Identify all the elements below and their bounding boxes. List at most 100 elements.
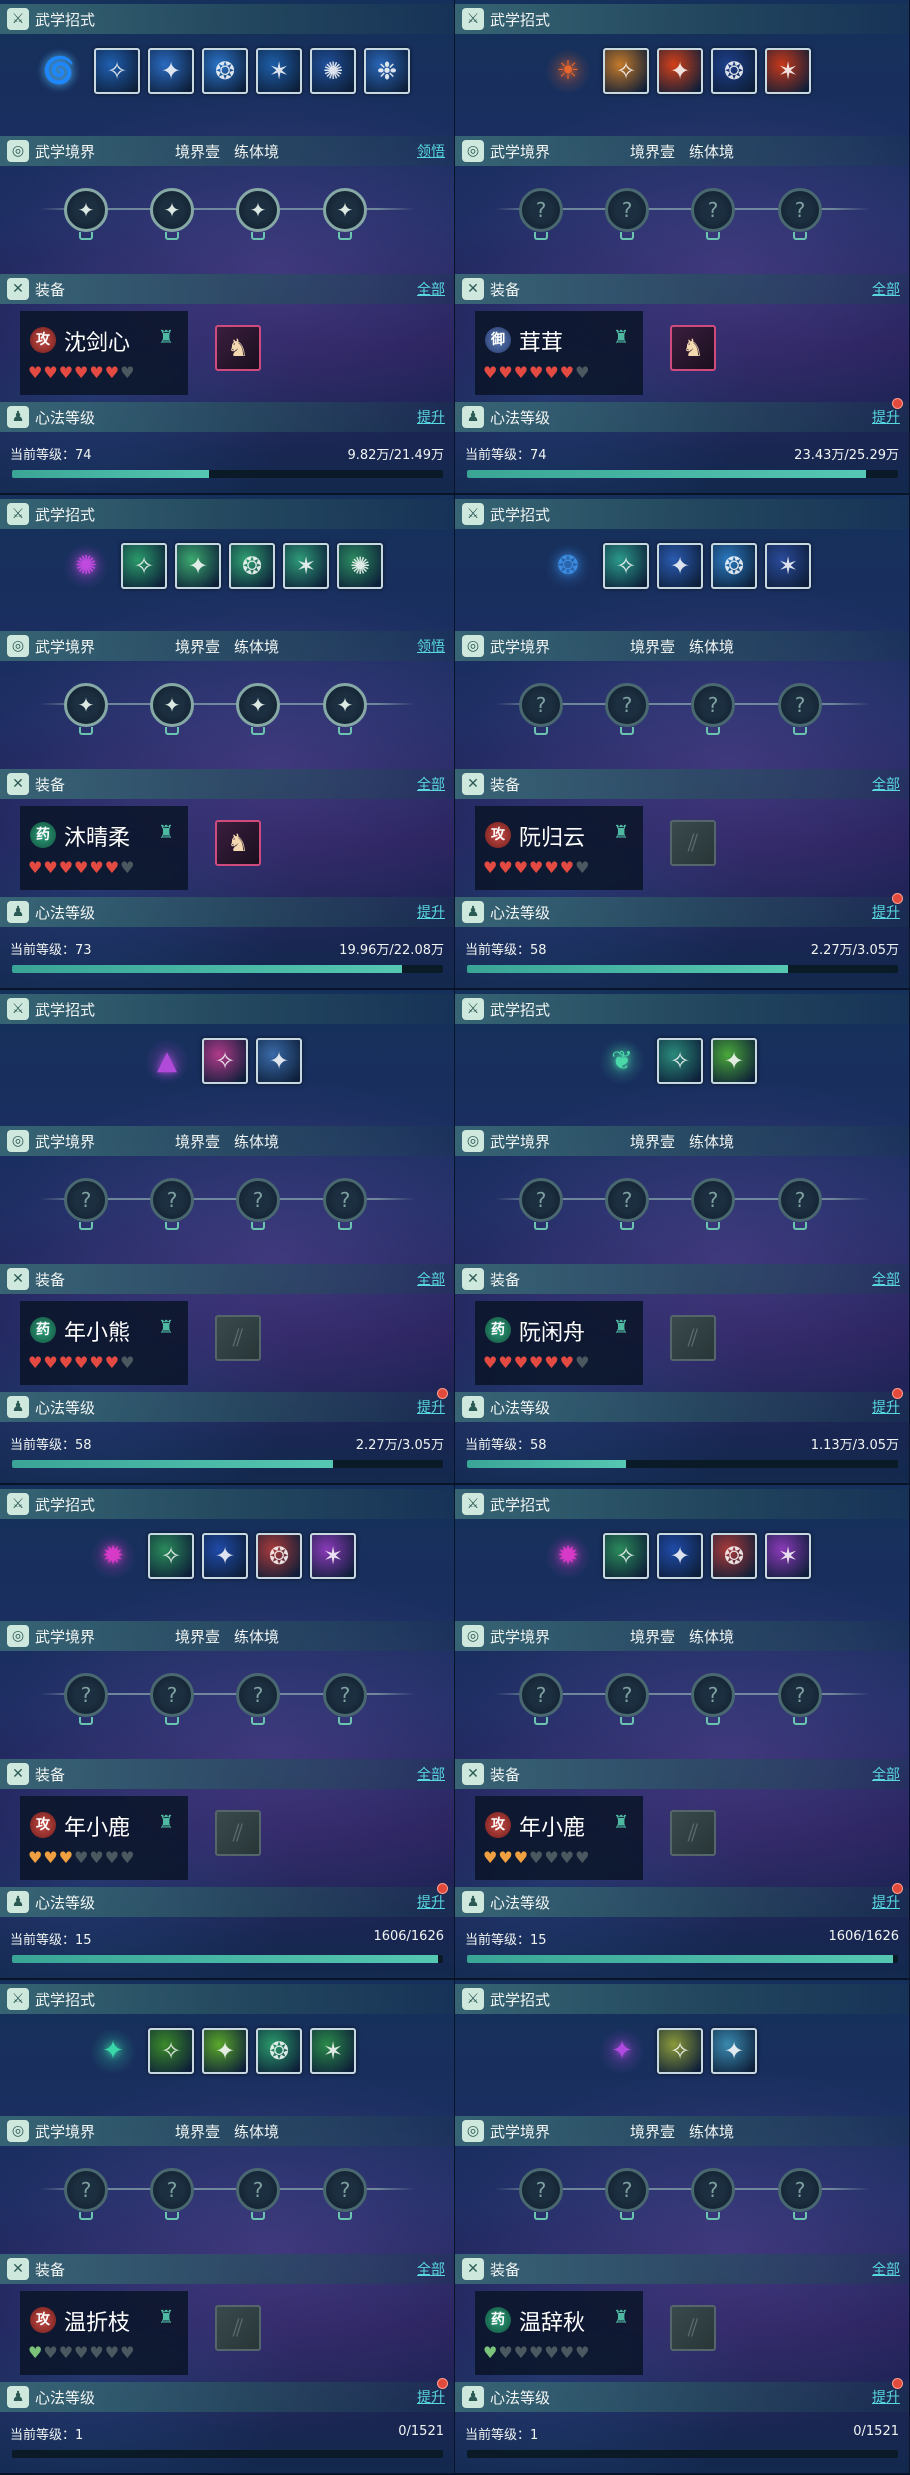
realm-node[interactable]: ? (519, 188, 563, 232)
character-panel[interactable]: 药沐晴柔 ♜ ♥♥♥♥♥♥♥ (20, 806, 188, 890)
all-equip-link[interactable]: 全部 (872, 279, 900, 299)
skill-icon[interactable]: ✧ (121, 543, 167, 589)
character-panel[interactable]: 药阮闲舟 ♜ ♥♥♥♥♥♥♥ (475, 1301, 643, 1385)
character-panel[interactable]: 攻阮归云 ♜ ♥♥♥♥♥♥♥ (475, 806, 643, 890)
realm-node[interactable]: ✦ (150, 683, 194, 727)
green-claw-icon[interactable]: ✦ (90, 2028, 136, 2074)
character-panel[interactable]: 攻温折枝 ♜ ♥♥♥♥♥♥♥ (20, 2291, 188, 2375)
upgrade-link[interactable]: 提升 (872, 902, 900, 922)
realm-node[interactable]: ? (605, 1673, 649, 1717)
upgrade-link[interactable]: 提升 (417, 2387, 445, 2407)
skill-icon[interactable]: ✧ (202, 1038, 248, 1084)
water-vortex-icon[interactable]: 🌀 (36, 48, 82, 94)
realm-node[interactable]: ? (605, 188, 649, 232)
skill-icon[interactable]: ❂ (256, 2028, 302, 2074)
character-panel[interactable]: 药温辞秋 ♜ ♥♥♥♥♥♥♥ (475, 2291, 643, 2375)
skill-icon[interactable]: ✶ (283, 543, 329, 589)
realm-node[interactable]: ? (150, 1673, 194, 1717)
realm-node[interactable]: ? (64, 2168, 108, 2212)
realm-node[interactable]: ? (236, 2168, 280, 2212)
skill-icon[interactable]: ❂ (229, 543, 275, 589)
empty-slot-icon[interactable]: ⫽ (670, 1315, 716, 1361)
realm-node[interactable]: ? (323, 2168, 367, 2212)
learn-link[interactable]: 领悟 (417, 636, 445, 656)
leaf-spirit-icon[interactable]: ❦ (599, 1038, 645, 1084)
violet-claw-icon[interactable]: ✦ (599, 2028, 645, 2074)
skill-icon[interactable]: ✶ (310, 1533, 356, 1579)
upgrade-link[interactable]: 提升 (872, 2387, 900, 2407)
realm-node[interactable]: ? (605, 683, 649, 727)
armor-icon[interactable]: ♞ (670, 325, 716, 371)
upgrade-link[interactable]: 提升 (417, 1892, 445, 1912)
realm-node[interactable]: ? (691, 1178, 735, 1222)
skill-icon[interactable]: ✶ (765, 48, 811, 94)
realm-node[interactable]: ? (778, 188, 822, 232)
skill-icon[interactable]: ✦ (202, 2028, 248, 2074)
realm-node[interactable]: ? (691, 2168, 735, 2212)
skill-icon[interactable]: ❂ (711, 1533, 757, 1579)
empty-slot-icon[interactable]: ⫽ (670, 2305, 716, 2351)
skill-icon[interactable]: ✧ (148, 2028, 194, 2074)
skill-icon[interactable]: ❂ (711, 543, 757, 589)
empty-slot-icon[interactable]: ⫽ (215, 1810, 261, 1856)
all-equip-link[interactable]: 全部 (417, 774, 445, 794)
all-equip-link[interactable]: 全部 (872, 2259, 900, 2279)
skill-icon[interactable]: ✶ (765, 543, 811, 589)
skill-icon[interactable]: ✦ (202, 1533, 248, 1579)
skill-icon[interactable]: ✦ (657, 48, 703, 94)
all-equip-link[interactable]: 全部 (417, 1764, 445, 1784)
realm-node[interactable]: ? (778, 2168, 822, 2212)
realm-node[interactable]: ? (605, 1178, 649, 1222)
skill-icon[interactable]: ✺ (337, 543, 383, 589)
skill-icon[interactable]: ✶ (256, 48, 302, 94)
realm-node[interactable]: ✦ (236, 683, 280, 727)
all-equip-link[interactable]: 全部 (872, 1764, 900, 1784)
upgrade-link[interactable]: 提升 (872, 1892, 900, 1912)
skill-icon[interactable]: ✧ (657, 1038, 703, 1084)
skill-icon[interactable]: ❂ (256, 1533, 302, 1579)
skill-icon[interactable]: ✦ (711, 1038, 757, 1084)
realm-node[interactable]: ? (150, 2168, 194, 2212)
skill-icon[interactable]: ✧ (148, 1533, 194, 1579)
realm-node[interactable]: ? (519, 1178, 563, 1222)
skill-icon[interactable]: ❂ (202, 48, 248, 94)
skill-icon[interactable]: ✦ (657, 543, 703, 589)
realm-node[interactable]: ? (236, 1673, 280, 1717)
skill-icon[interactable]: ✶ (310, 2028, 356, 2074)
realm-node[interactable]: ? (519, 2168, 563, 2212)
realm-node[interactable]: ✦ (236, 188, 280, 232)
empty-slot-icon[interactable]: ⫽ (215, 1315, 261, 1361)
realm-node[interactable]: ? (778, 1178, 822, 1222)
character-panel[interactable]: 攻年小鹿 ♜ ♥♥♥♥♥♥♥ (20, 1796, 188, 1880)
blue-wisp-icon[interactable]: ❂ (545, 543, 591, 589)
upgrade-link[interactable]: 提升 (417, 902, 445, 922)
realm-node[interactable]: ✦ (64, 188, 108, 232)
empty-slot-icon[interactable]: ⫽ (215, 2305, 261, 2351)
upgrade-link[interactable]: 提升 (872, 407, 900, 427)
character-panel[interactable]: 药年小熊 ♜ ♥♥♥♥♥♥♥ (20, 1301, 188, 1385)
learn-link[interactable]: 领悟 (417, 141, 445, 161)
empty-slot-icon[interactable]: ⫽ (670, 1810, 716, 1856)
skill-icon[interactable]: ❂ (711, 48, 757, 94)
realm-node[interactable]: ? (323, 1178, 367, 1222)
skill-icon[interactable]: ✧ (603, 543, 649, 589)
magenta-orb-icon[interactable]: ✹ (545, 1533, 591, 1579)
skill-icon[interactable]: ✧ (603, 1533, 649, 1579)
empty-slot-icon[interactable]: ⫽ (670, 820, 716, 866)
skill-icon[interactable]: ✦ (256, 1038, 302, 1084)
armor-icon[interactable]: ♞ (215, 820, 261, 866)
armor-icon[interactable]: ♞ (215, 325, 261, 371)
skill-icon[interactable]: ✦ (657, 1533, 703, 1579)
magenta-orb-icon[interactable]: ✹ (90, 1533, 136, 1579)
realm-node[interactable]: ? (323, 1673, 367, 1717)
crystal-cone-icon[interactable]: ▲ (144, 1038, 190, 1084)
flame-figure-icon[interactable]: ☀ (545, 48, 591, 94)
realm-node[interactable]: ? (691, 188, 735, 232)
realm-node[interactable]: ? (150, 1178, 194, 1222)
realm-node[interactable]: ? (236, 1178, 280, 1222)
character-panel[interactable]: 御茸茸 ♜ ♥♥♥♥♥♥♥ (475, 311, 643, 395)
all-equip-link[interactable]: 全部 (417, 1269, 445, 1289)
skill-icon[interactable]: ✧ (94, 48, 140, 94)
realm-node[interactable]: ✦ (323, 683, 367, 727)
realm-node[interactable]: ? (519, 1673, 563, 1717)
